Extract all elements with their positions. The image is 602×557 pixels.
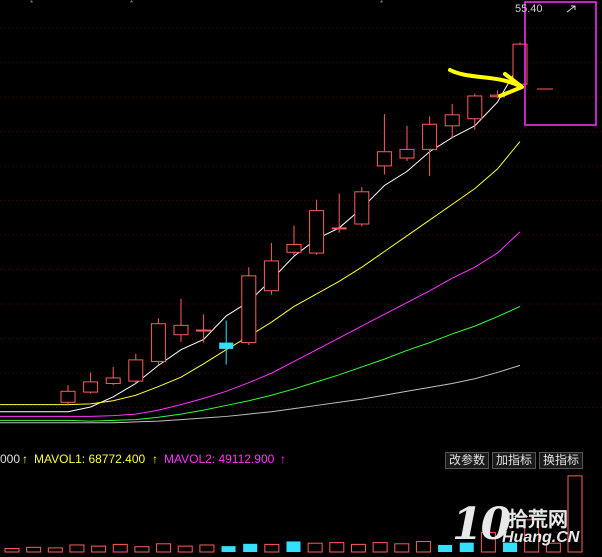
candle-body [83, 381, 99, 393]
volume-bar [26, 546, 42, 553]
volume-bar [69, 544, 85, 553]
volume-bar [264, 543, 280, 553]
candle-body [354, 191, 370, 225]
volume-bar [47, 547, 63, 553]
mavol2-arrow: ↑ [152, 452, 158, 466]
price-pointer-icon [566, 5, 576, 13]
candle-body [399, 148, 415, 159]
ma-line-ma5 [0, 62, 521, 413]
ma-line-ma20 [0, 231, 521, 417]
add-indicator-button[interactable]: 加指标 [492, 452, 537, 469]
volume-bar [199, 544, 215, 553]
volume-bar [438, 544, 453, 552]
grid-lines: * * * [0, 0, 602, 408]
watermark-en: Huang.CN [502, 529, 580, 546]
candle-body [150, 323, 166, 362]
watermark-mark: 10 [452, 499, 511, 550]
candle-body [444, 114, 460, 127]
candle-body [331, 227, 347, 230]
volume-bar [156, 543, 172, 553]
indicator-bar: 000 ↑ MAVOL1: 68772.400 ↑ MAVOL2: 49112.… [0, 449, 602, 469]
candle-body [286, 243, 302, 253]
modify-params-button[interactable]: 改参数 [445, 452, 490, 469]
watermark-logo: 10 拾荒网 Huang.CN [452, 501, 594, 555]
indicator-left-value: 000 [0, 452, 21, 466]
price-label: 55.40 [515, 3, 543, 15]
candle-body [467, 95, 483, 120]
candle-body [376, 151, 392, 167]
volume-bar [221, 546, 236, 552]
volume-bar [112, 543, 128, 553]
volume-bar [134, 546, 150, 553]
mavol1-arrow: ↑ [22, 452, 28, 466]
volume-bar [350, 543, 366, 553]
ma-line-ma10 [0, 141, 521, 406]
candle-body [60, 390, 76, 403]
candle-body [241, 275, 257, 344]
switch-indicator-button[interactable]: 换指标 [539, 452, 584, 469]
volume-bar [307, 542, 323, 553]
candle-body [263, 260, 279, 292]
mavol2-label: MAVOL2: 49112.900 [164, 452, 275, 466]
candle-body [309, 210, 325, 254]
volume-bar [243, 543, 258, 552]
candle-body [173, 324, 189, 336]
candle-body [422, 123, 438, 150]
candle-body [219, 342, 234, 349]
highlight-box [524, 1, 597, 126]
grid-marker: * [30, 0, 33, 8]
volume-bar [91, 545, 107, 553]
candlestick-chart: * * * [0, 0, 602, 553]
volume-bar [286, 541, 301, 552]
volume-bar [415, 540, 431, 553]
candle-body [105, 377, 121, 384]
ma-line-ma60 [0, 364, 521, 424]
mavol1-label: MAVOL1: 68772.400 [34, 452, 146, 466]
volume-bar [372, 542, 388, 553]
volume-bar [4, 547, 20, 553]
chart-marks [0, 42, 528, 424]
mavol3-arrow: ↑ [280, 452, 286, 466]
candle-body [196, 329, 212, 332]
watermark-cn: 拾荒网 [508, 509, 568, 531]
grid-marker: * [380, 0, 383, 8]
candle-body [128, 359, 144, 382]
volume-bar [329, 542, 345, 553]
volume-bar [177, 545, 193, 553]
grid-marker: * [130, 0, 133, 8]
volume-bar [394, 543, 410, 553]
